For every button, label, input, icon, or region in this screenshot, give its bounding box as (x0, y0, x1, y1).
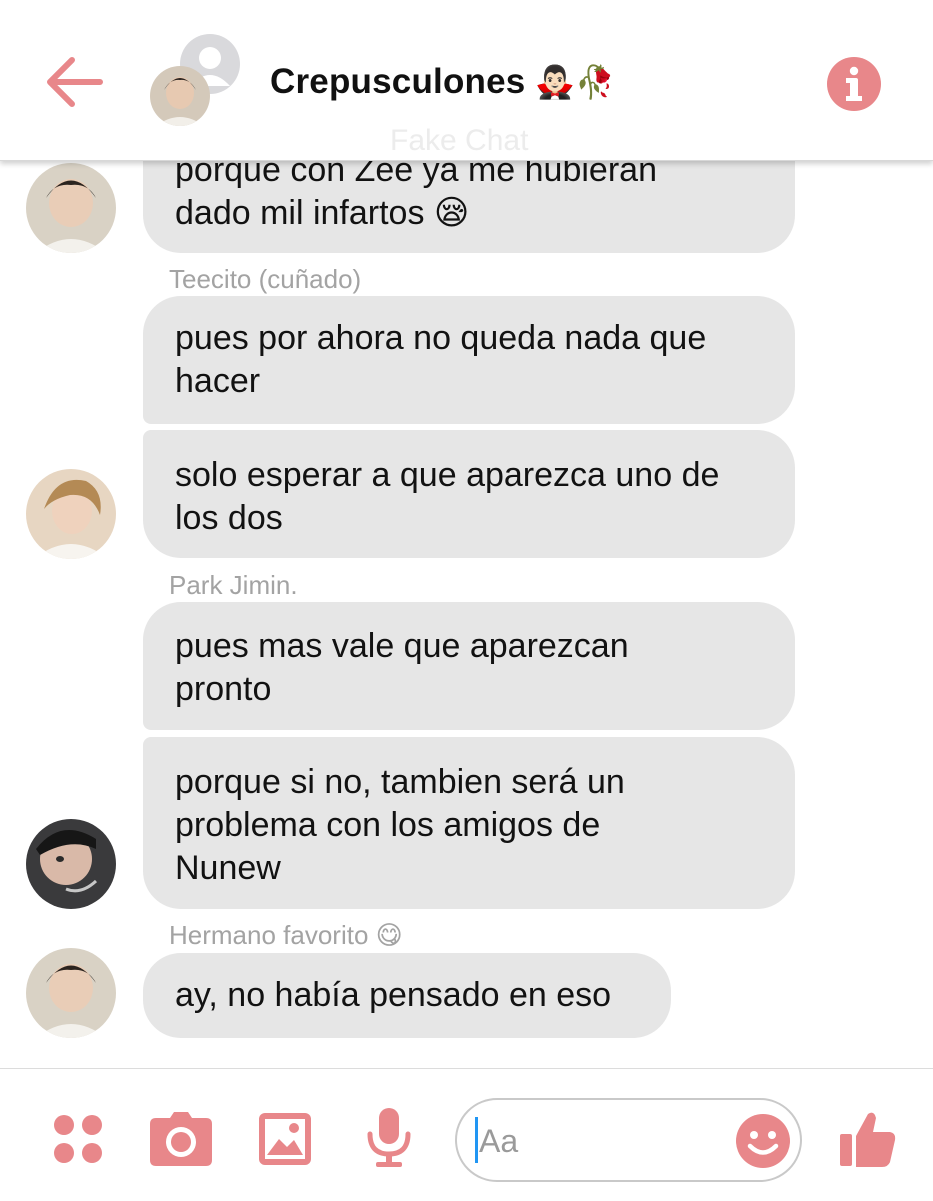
avatar[interactable] (26, 819, 116, 909)
microphone-button[interactable] (366, 1108, 412, 1173)
message-text: Nunew (175, 849, 281, 887)
gallery-icon (259, 1113, 311, 1165)
message-text: hacer (175, 362, 261, 400)
apps-icon (54, 1115, 102, 1163)
chat-title[interactable]: Crepusculones 🧛🏻‍♂️🥀 (270, 62, 615, 102)
message-bubble[interactable]: pues por ahora no queda nada que hacer (143, 296, 795, 424)
message-text: los dos (175, 499, 283, 537)
avatar (150, 66, 210, 126)
message-bubble[interactable]: porque si no, tambien será un problema c… (143, 737, 795, 909)
avatar[interactable] (26, 163, 116, 253)
avatar[interactable] (26, 948, 116, 1038)
faded-subtitle: Fake Chat (390, 124, 529, 157)
message-bubble[interactable]: pues mas vale que aparezcan pronto (143, 602, 795, 730)
sender-name: Hermano favorito 😋 (169, 920, 403, 950)
sender-name: Teecito (cuñado) (169, 264, 362, 294)
message-bubble[interactable]: solo esperar a que aparezca uno de los d… (143, 430, 795, 558)
camera-icon (150, 1112, 212, 1166)
chat-title-text: Crepusculones (270, 62, 526, 101)
message-text: pues mas vale que aparezcan (175, 627, 629, 665)
back-arrow-icon (47, 57, 103, 107)
thumbs-up-icon (840, 1112, 896, 1167)
apps-button[interactable] (52, 1113, 104, 1170)
camera-button[interactable] (150, 1112, 212, 1171)
message-text: dado mil infartos 😪 (175, 194, 470, 232)
back-button[interactable] (44, 55, 104, 109)
message-text: pronto (175, 670, 272, 708)
message-input[interactable] (477, 1116, 721, 1166)
emoji-icon (736, 1114, 790, 1168)
title-emoji: 🧛🏻‍♂️🥀 (535, 64, 616, 100)
message-bubble[interactable]: ay, no había pensado en eso (143, 953, 671, 1038)
message-text: porque si no, tambien será un (175, 763, 625, 801)
chat-header: Crepusculones 🧛🏻‍♂️🥀 Fake Chat (0, 0, 933, 161)
message-input-container[interactable] (455, 1098, 802, 1182)
emoji-button[interactable] (735, 1113, 791, 1174)
gallery-button[interactable] (259, 1113, 311, 1170)
info-icon (827, 57, 881, 111)
group-avatar[interactable] (150, 30, 250, 130)
avatar[interactable] (26, 469, 116, 559)
sender-name: Park Jimin. (169, 570, 298, 600)
message-text: ay, no había pensado en eso (175, 976, 612, 1014)
message-text: solo esperar a que aparezca uno de (175, 456, 720, 494)
info-button[interactable] (826, 56, 882, 112)
message-text: pues por ahora no queda nada que (175, 319, 707, 357)
message-text: problema con los amigos de (175, 806, 601, 844)
microphone-icon (367, 1108, 411, 1167)
like-button[interactable] (840, 1110, 896, 1173)
